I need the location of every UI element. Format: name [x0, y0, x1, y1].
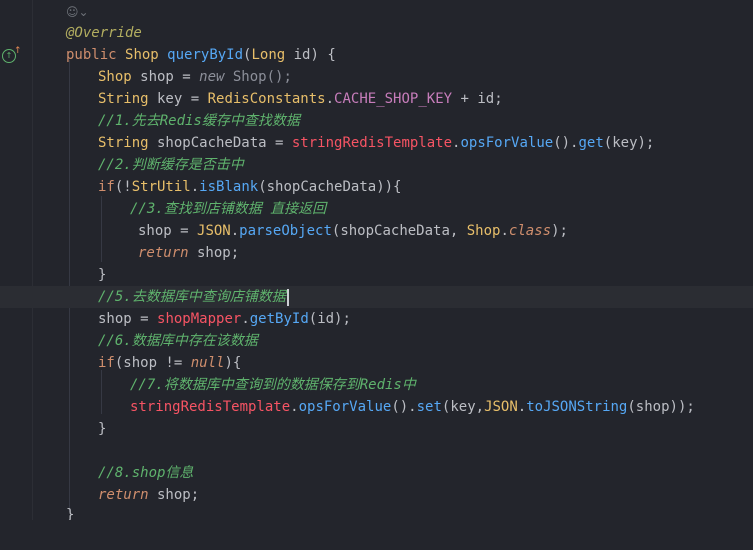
- code-text: shop =: [131, 69, 200, 85]
- code-line[interactable]: //8.shop信息: [0, 462, 753, 484]
- method-call: getById: [249, 311, 309, 327]
- text-caret: [286, 288, 289, 306]
- method-call: get: [578, 135, 604, 151]
- type: Shop: [98, 69, 132, 85]
- code-text: + id;: [452, 91, 503, 107]
- code-line[interactable]: return shop;: [0, 484, 753, 506]
- code-line[interactable]: //2.判断缓存是否击中: [0, 154, 753, 176]
- code-line[interactable]: public Shop queryById(Long id) {: [0, 44, 753, 66]
- keyword-new: new: [199, 69, 225, 85]
- comment: //2.判断缓存是否击中: [98, 157, 244, 173]
- code-text: (key);: [603, 135, 655, 151]
- method-call: set: [416, 399, 442, 415]
- code-line[interactable]: @Override: [0, 22, 753, 44]
- code-line[interactable]: if(shop != null){: [0, 352, 753, 374]
- dot: .: [230, 223, 240, 239]
- method-call: opsForValue: [298, 399, 392, 415]
- code-line[interactable]: //7.将数据库中查询到的数据保存到Redis中: [0, 374, 753, 396]
- dot: .: [500, 223, 509, 239]
- code-text: (shop));: [627, 399, 695, 415]
- dot: .: [290, 399, 299, 415]
- code-text: );: [551, 223, 568, 239]
- comment: //5.去数据库中查询店铺数据: [98, 289, 286, 305]
- keyword-return: return: [98, 487, 149, 503]
- paren: ) {: [310, 47, 336, 63]
- constructor: Shop: [224, 69, 267, 85]
- code-text: (shop !=: [114, 355, 191, 371]
- code-text: (id);: [308, 311, 351, 327]
- code-line[interactable]: //3.查找到店铺数据 直接返回: [0, 198, 753, 220]
- return-type: Shop: [125, 47, 159, 63]
- brace: }: [98, 421, 107, 437]
- brace: }: [98, 267, 107, 283]
- code-line[interactable]: shop = shopMapper.getById(id);: [0, 308, 753, 330]
- keyword-class: class: [508, 223, 552, 239]
- method-call: opsForValue: [460, 135, 554, 151]
- author-hint-icon[interactable]: ☺⌄: [66, 5, 89, 23]
- annotation-override: @Override: [66, 25, 142, 41]
- code-line[interactable]: if(!StrUtil.isBlank(shopCacheData)){: [0, 176, 753, 198]
- code-text: shop =: [138, 223, 198, 239]
- code-line[interactable]: //6.数据库中存在该数据: [0, 330, 753, 352]
- code-text: ().: [553, 135, 579, 151]
- class-name: JSON: [484, 399, 518, 415]
- code-line[interactable]: }: [0, 504, 753, 520]
- class-name: StrUtil: [131, 179, 191, 195]
- code-text: key =: [148, 91, 208, 107]
- comment: //1.先去Redis缓存中查找数据: [98, 113, 300, 129]
- field-ref: shopMapper: [157, 311, 242, 327]
- code-text: shop;: [148, 487, 200, 503]
- code-text: ().: [391, 399, 417, 415]
- comment: //7.将数据库中查询到的数据保存到Redis中: [130, 377, 416, 393]
- comment: //3.查找到店铺数据 直接返回: [130, 201, 327, 217]
- code-text: ){: [224, 355, 242, 371]
- class-name: JSON: [197, 223, 231, 239]
- code-line[interactable]: shop = JSON.parseObject(shopCacheData, S…: [0, 220, 753, 242]
- dot: .: [325, 91, 335, 107]
- class-name: RedisConstants: [207, 91, 326, 107]
- param-type: Long: [251, 47, 286, 63]
- method-name: queryById: [167, 47, 244, 63]
- dot: .: [241, 311, 250, 327]
- code-text: (shopCacheData)){: [258, 179, 402, 195]
- code-line-current[interactable]: //5.去数据库中查询店铺数据: [0, 286, 753, 308]
- keyword-null: null: [190, 355, 225, 371]
- code-line[interactable]: String shopCacheData = stringRedisTempla…: [0, 132, 753, 154]
- code-text: shopCacheData =: [148, 135, 292, 151]
- code-text: (shopCacheData,: [331, 223, 467, 239]
- type: String: [98, 91, 149, 107]
- type: String: [98, 135, 149, 151]
- code-line[interactable]: return shop;: [0, 242, 753, 264]
- constant-field: CACHE_SHOP_KEY: [334, 91, 453, 107]
- code-text: shop =: [98, 311, 158, 327]
- field-ref: stringRedisTemplate: [291, 135, 453, 151]
- code-line[interactable]: stringRedisTemplate.opsForValue().set(ke…: [0, 396, 753, 418]
- code-text: ();: [266, 69, 292, 85]
- keyword-if: if: [98, 179, 115, 195]
- method-call: toJSONString: [526, 399, 628, 415]
- comment: //8.shop信息: [98, 465, 194, 481]
- comment: //6.数据库中存在该数据: [98, 333, 258, 349]
- code-line[interactable]: String key = RedisConstants.CACHE_SHOP_K…: [0, 88, 753, 110]
- dot: .: [517, 399, 527, 415]
- code-text: (key,: [441, 399, 485, 415]
- class-name: Shop: [466, 223, 501, 239]
- code-text: shop;: [188, 245, 240, 261]
- method-call: parseObject: [239, 223, 332, 239]
- keyword: public: [66, 47, 117, 63]
- code-line[interactable]: }: [0, 418, 753, 440]
- keyword-if: if: [98, 355, 115, 371]
- code-line-empty[interactable]: [0, 440, 753, 462]
- keyword-return: return: [138, 245, 189, 261]
- code-line[interactable]: }: [0, 264, 753, 286]
- param-name: id: [285, 47, 311, 63]
- dot: .: [190, 179, 200, 195]
- code-editor[interactable]: ☺⌄ ↑ ↑ @Override public Shop queryById(L…: [0, 0, 753, 520]
- code-text: (!: [114, 179, 132, 195]
- method-call: isBlank: [199, 179, 259, 195]
- code-line[interactable]: Shop shop = new Shop();: [0, 66, 753, 88]
- brace: }: [66, 507, 75, 520]
- field-ref: stringRedisTemplate: [130, 399, 291, 415]
- code-line[interactable]: //1.先去Redis缓存中查找数据: [0, 110, 753, 132]
